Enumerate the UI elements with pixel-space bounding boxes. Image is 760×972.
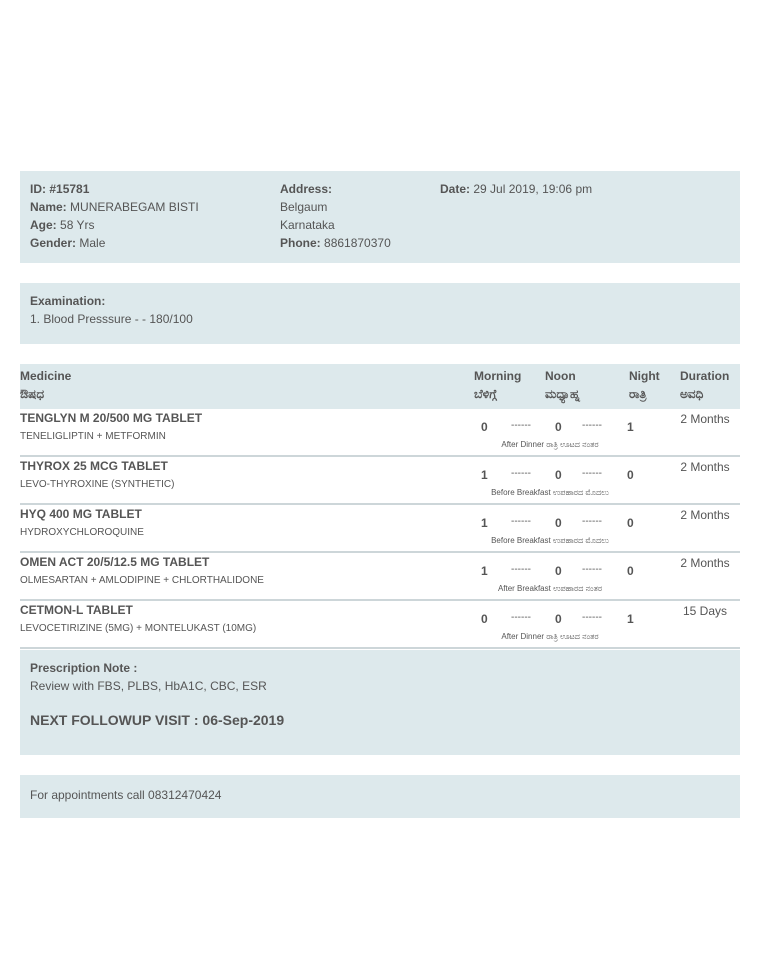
address-line-2: Karnataka — [280, 218, 335, 232]
date-label: Date: — [440, 182, 471, 196]
dose-morning: 1 — [481, 564, 488, 578]
medicine-duration: 2 Months — [680, 556, 730, 570]
medicine-row: CETMON-L TABLET LEVOCETIRIZINE (5MG) + M… — [20, 601, 740, 649]
patient-gender-value: Male — [79, 236, 106, 250]
dose-separator: ------ — [582, 516, 602, 527]
patient-id-label: ID: — [30, 182, 46, 196]
medicine-row: OMEN ACT 20/5/12.5 MG TABLET OLMESARTAN … — [20, 553, 740, 601]
dose-noon: 0 — [555, 468, 562, 482]
appointment-footer: For appointments call 08312470424 — [20, 775, 740, 818]
medicine-generic: LEVO-THYROXINE (SYNTHETIC) — [20, 479, 175, 490]
phone-label: Phone: — [280, 236, 321, 250]
medicine-name: HYQ 400 MG TABLET — [20, 507, 142, 521]
dose-separator: ------ — [511, 516, 531, 527]
next-followup-visit: NEXT FOLLOWUP VISIT : 06-Sep-2019 — [30, 712, 285, 728]
prescription-note-panel: Prescription Note : Review with FBS, PLB… — [20, 650, 740, 755]
appointment-text: For appointments call 08312470424 — [30, 788, 222, 802]
dose-instruction: Before Breakfast ಉಪಹಾರದ ಮೊದಲು — [491, 488, 609, 497]
header-noon-kannada: ಮಧ್ಯಾಹ್ನ — [545, 387, 580, 401]
header-morning: Morning ಬೆಳಿಗ್ಗೆ — [474, 367, 521, 403]
dose-instruction: Before Breakfast ಉಪಹಾರದ ಮೊದಲು — [491, 536, 609, 545]
dose-separator: ------ — [582, 468, 602, 479]
header-night: Night ರಾತ್ರಿ — [629, 367, 660, 403]
examination-label: Examination: — [30, 294, 106, 308]
address-label: Address: — [280, 182, 333, 196]
phone-value: 8861870370 — [324, 236, 391, 250]
header-duration: Duration ಅವಧಿ — [680, 367, 729, 403]
patient-gender: Gender: Male — [30, 234, 105, 252]
examination-item: 1. Blood Presssure - - 180/100 — [30, 312, 193, 326]
dose-night: 1 — [627, 612, 634, 626]
medicine-name: TENGLYN M 20/500 MG TABLET — [20, 411, 203, 425]
dose-separator: ------ — [511, 420, 531, 431]
examination-panel: Examination: 1. Blood Presssure - - 180/… — [20, 283, 740, 344]
dose-separator: ------ — [582, 420, 602, 431]
dose-separator: ------ — [511, 612, 531, 623]
dose-morning: 0 — [481, 612, 488, 626]
dose-noon: 0 — [555, 564, 562, 578]
header-medicine: Medicine ಔಷಧ — [20, 367, 71, 403]
dose-night: 0 — [627, 516, 634, 530]
header-medicine-kannada: ಔಷಧ — [20, 387, 45, 401]
header-night-label: Night — [629, 369, 660, 383]
medicine-duration: 2 Months — [680, 412, 730, 426]
medicine-generic: TENELIGLIPTIN + METFORMIN — [20, 431, 166, 442]
medicine-generic: LEVOCETIRIZINE (5MG) + MONTELUKAST (10MG… — [20, 623, 257, 634]
medicine-table-header: Medicine ಔಷಧ Morning ಬೆಳಿಗ್ಗೆ Noon ಮಧ್ಯಾ… — [20, 364, 740, 409]
medicine-row: TENGLYN M 20/500 MG TABLET TENELIGLIPTIN… — [20, 409, 740, 457]
visit-date: Date: 29 Jul 2019, 19:06 pm — [440, 180, 592, 198]
header-morning-kannada: ಬೆಳಿಗ್ಗೆ — [474, 387, 497, 401]
dose-night: 0 — [627, 564, 634, 578]
medicine-name: THYROX 25 MCG TABLET — [20, 459, 168, 473]
medicine-generic: HYDROXYCHLOROQUINE — [20, 527, 144, 538]
dose-separator: ------ — [582, 612, 602, 623]
dose-noon: 0 — [555, 420, 562, 434]
header-duration-kannada: ಅವಧಿ — [680, 387, 704, 401]
dose-instruction: After Breakfast ಉಪಹಾರದ ನಂತರ — [497, 584, 603, 593]
medicine-name: OMEN ACT 20/5/12.5 MG TABLET — [20, 555, 210, 569]
dose-morning: 1 — [481, 468, 488, 482]
patient-age-label: Age: — [30, 218, 57, 232]
medicine-duration: 2 Months — [680, 460, 730, 474]
prescription-note-label: Prescription Note : — [30, 661, 138, 675]
header-night-kannada: ರಾತ್ರಿ — [629, 387, 647, 401]
patient-name: Name: MUNERABEGAM BISTI — [30, 198, 199, 216]
date-value: 29 Jul 2019, 19:06 pm — [473, 182, 593, 196]
patient-name-value: MUNERABEGAM BISTI — [70, 200, 199, 214]
medicine-row: THYROX 25 MCG TABLET LEVO-THYROXINE (SYN… — [20, 457, 740, 505]
medicine-row: HYQ 400 MG TABLET HYDROXYCHLOROQUINE 1 -… — [20, 505, 740, 553]
patient-age: Age: 58 Yrs — [30, 216, 94, 234]
medicine-duration: 2 Months — [680, 508, 730, 522]
patient-phone: Phone: 8861870370 — [280, 234, 391, 252]
header-duration-label: Duration — [680, 369, 730, 383]
dose-morning: 0 — [481, 420, 488, 434]
dose-night: 0 — [627, 468, 634, 482]
header-noon-label: Noon — [545, 369, 576, 383]
dose-separator: ------ — [511, 468, 531, 479]
dose-separator: ------ — [511, 564, 531, 575]
header-noon: Noon ಮಧ್ಯಾಹ್ನ — [545, 367, 580, 403]
header-medicine-label: Medicine — [20, 369, 72, 383]
patient-id-value: #15781 — [49, 182, 90, 196]
dose-instruction: After Dinner ರಾತ್ರಿ ಊಟದ ನಂತರ — [501, 632, 599, 641]
dose-noon: 0 — [555, 612, 562, 626]
header-morning-label: Morning — [474, 369, 522, 383]
medicine-duration: 15 Days — [682, 604, 728, 618]
dose-night: 1 — [627, 420, 634, 434]
dose-morning: 1 — [481, 516, 488, 530]
prescription-note-text: Review with FBS, PLBS, HbA1C, CBC, ESR — [30, 679, 267, 693]
patient-name-label: Name: — [30, 200, 67, 214]
patient-gender-label: Gender: — [30, 236, 77, 250]
medicine-name: CETMON-L TABLET — [20, 603, 133, 617]
patient-age-value: 58 Yrs — [60, 218, 95, 232]
address-line-1: Belgaum — [280, 200, 328, 214]
medicine-generic: OLMESARTAN + AMLODIPINE + CHLORTHALIDONE — [20, 575, 264, 586]
dose-noon: 0 — [555, 516, 562, 530]
dose-instruction: After Dinner ರಾತ್ರಿ ಊಟದ ನಂತರ — [501, 440, 599, 449]
dose-separator: ------ — [582, 564, 602, 575]
patient-details-panel: ID: #15781 Name: MUNERABEGAM BISTI Age: … — [20, 171, 740, 263]
patient-id: ID: #15781 — [30, 180, 89, 198]
